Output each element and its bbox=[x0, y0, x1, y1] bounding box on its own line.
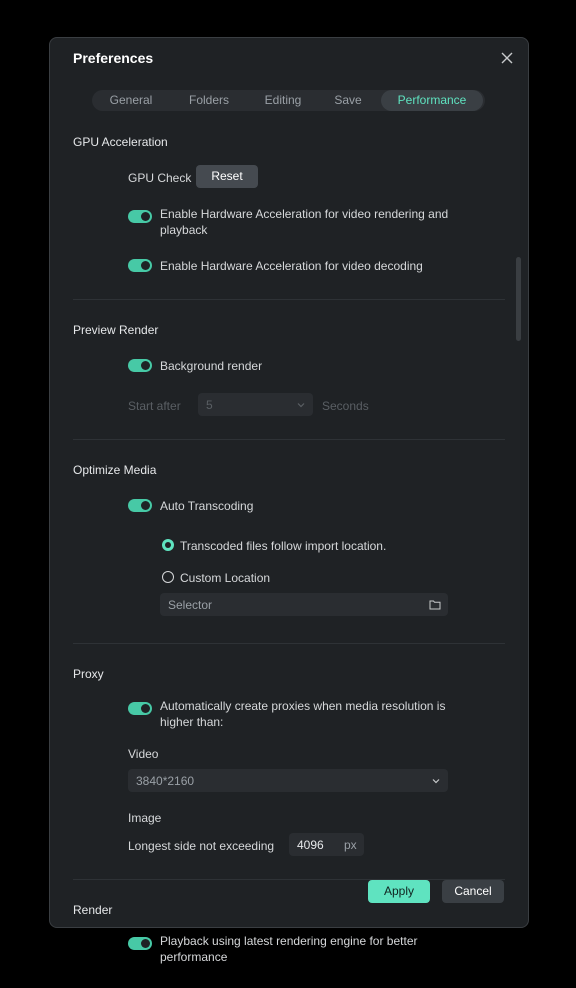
radio-custom-location-label: Custom Location bbox=[180, 571, 271, 585]
auto-transcoding-label: Auto Transcoding bbox=[160, 499, 254, 513]
radio-follow-import[interactable] bbox=[162, 539, 174, 551]
hw-decode-label: Enable Hardware Acceleration for video d… bbox=[160, 259, 423, 273]
video-resolution-value: 3840*2160 bbox=[136, 774, 195, 788]
auto-proxy-label-line1: Automatically create proxies when media … bbox=[160, 699, 446, 713]
hw-render-label-line2: playback bbox=[160, 223, 208, 237]
radio-custom-location[interactable] bbox=[162, 571, 174, 583]
dialog-title: Preferences bbox=[73, 50, 154, 66]
tab-save[interactable]: Save bbox=[316, 90, 380, 111]
folder-icon[interactable] bbox=[429, 599, 441, 610]
hw-render-label-line1: Enable Hardware Acceleration for video r… bbox=[160, 207, 449, 221]
section-render: Render bbox=[73, 903, 113, 917]
location-selector-field[interactable]: Selector bbox=[160, 593, 448, 616]
section-gpu-acceleration: GPU Acceleration bbox=[73, 135, 168, 149]
preferences-dialog: Preferences General Folders Editing Save… bbox=[49, 37, 529, 928]
tab-editing[interactable]: Editing bbox=[246, 90, 320, 111]
apply-button[interactable]: Apply bbox=[368, 880, 430, 903]
px-unit: px bbox=[344, 838, 357, 852]
tab-performance[interactable]: Performance bbox=[381, 90, 483, 111]
tab-folders[interactable]: Folders bbox=[172, 90, 246, 111]
scrollbar-thumb[interactable] bbox=[516, 257, 521, 341]
playback-engine-label-line2: performance bbox=[160, 950, 228, 964]
longest-side-input[interactable]: 4096 px bbox=[289, 833, 364, 856]
section-optimize-media: Optimize Media bbox=[73, 463, 157, 477]
auto-proxy-label-line2: higher than: bbox=[160, 715, 224, 729]
video-resolution-dropdown[interactable]: 3840*2160 bbox=[128, 769, 448, 792]
seconds-label: Seconds bbox=[322, 399, 369, 413]
auto-proxy-toggle[interactable] bbox=[128, 702, 152, 715]
playback-engine-label-line1: Playback using latest rendering engine f… bbox=[160, 934, 418, 948]
hw-decode-toggle[interactable] bbox=[128, 259, 152, 272]
longest-side-label: Longest side not exceeding bbox=[128, 839, 275, 853]
longest-side-value: 4096 bbox=[297, 838, 324, 852]
hw-render-toggle[interactable] bbox=[128, 210, 152, 223]
start-after-label: Start after bbox=[128, 399, 181, 413]
tab-bar: General Folders Editing Save Performance bbox=[92, 90, 485, 111]
divider bbox=[73, 643, 505, 644]
radio-follow-import-label: Transcoded files follow import location. bbox=[180, 539, 387, 553]
image-label: Image bbox=[128, 811, 162, 825]
divider bbox=[73, 879, 505, 880]
background-render-label: Background render bbox=[160, 359, 263, 373]
start-after-dropdown[interactable]: 5 bbox=[198, 393, 313, 416]
close-icon[interactable] bbox=[500, 51, 514, 65]
chevron-down-icon bbox=[297, 403, 305, 408]
auto-transcoding-toggle[interactable] bbox=[128, 499, 152, 512]
selector-placeholder: Selector bbox=[168, 598, 213, 612]
divider bbox=[73, 299, 505, 300]
reset-button[interactable]: Reset bbox=[196, 165, 258, 188]
tab-general[interactable]: General bbox=[94, 90, 168, 111]
section-preview-render: Preview Render bbox=[73, 323, 159, 337]
chevron-down-icon bbox=[432, 779, 440, 784]
playback-engine-toggle[interactable] bbox=[128, 937, 152, 950]
background-render-toggle[interactable] bbox=[128, 359, 152, 372]
cancel-button[interactable]: Cancel bbox=[442, 880, 504, 903]
section-proxy: Proxy bbox=[73, 667, 104, 681]
start-after-value: 5 bbox=[206, 398, 213, 412]
gpu-check-label: GPU Check bbox=[128, 171, 192, 185]
video-label: Video bbox=[128, 747, 159, 761]
divider bbox=[73, 439, 505, 440]
